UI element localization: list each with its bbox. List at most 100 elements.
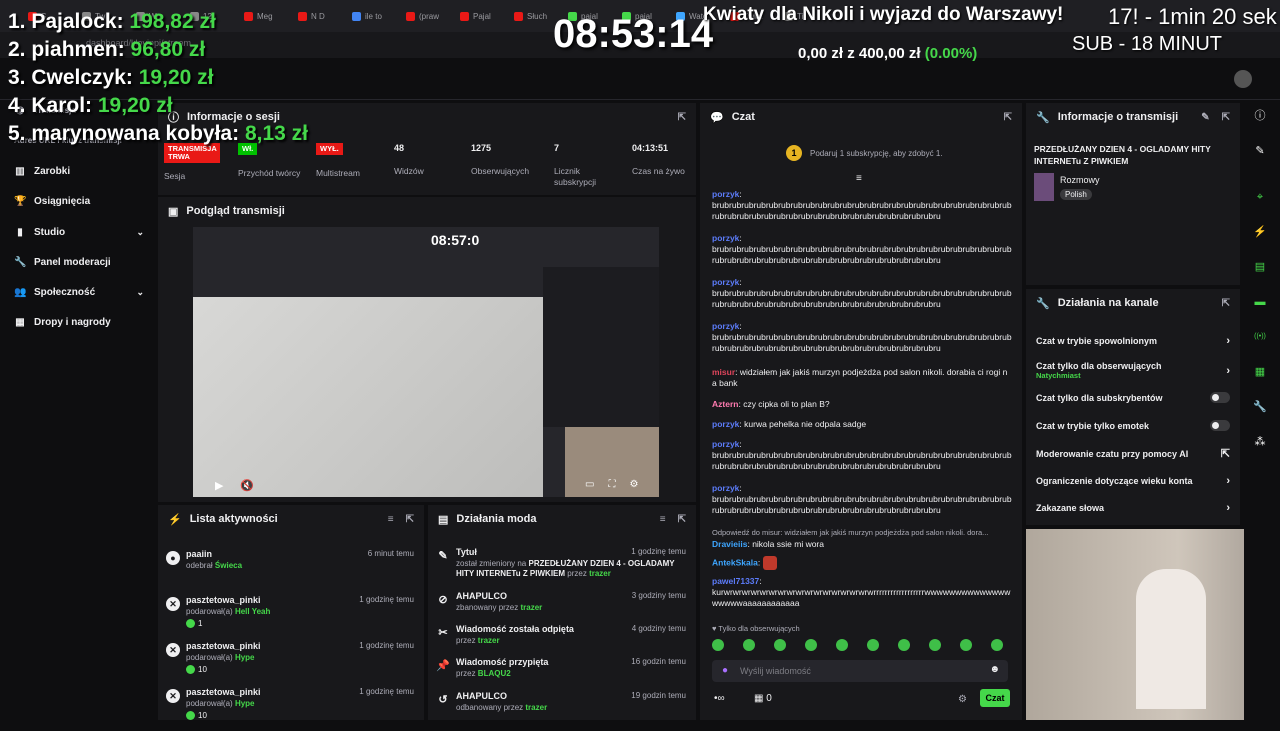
sub-gift-promo[interactable]: 1 Podaruj 1 subskrypcję, aby zdobyć 1. xyxy=(786,145,943,161)
sidebar-item[interactable]: ▦ Dropy i nagrody xyxy=(14,317,144,328)
emote-icon[interactable] xyxy=(743,639,755,651)
popout-icon[interactable]: ⇱ xyxy=(1222,112,1230,123)
browser-tab[interactable]: Pajal xyxy=(460,11,508,21)
sidebar-item[interactable]: 🏆 Osiągnięcia xyxy=(14,196,144,207)
sidebar-item[interactable]: 🔧 Panel moderacji xyxy=(14,257,144,268)
edit-icon[interactable]: ✎ xyxy=(1201,112,1209,123)
chat-input-box[interactable]: ● Wyślij wiadomość ☻ xyxy=(712,660,1008,682)
activity-row[interactable]: ✕ pasztetowa_pinki podarował(a) Hype 1 godz… xyxy=(166,685,416,727)
theatre-icon[interactable]: ▭ xyxy=(585,479,594,490)
chat-username[interactable]: porzyk xyxy=(712,483,739,493)
sidebar-item[interactable]: ▥ Zarobki xyxy=(14,166,144,177)
wrench-icon: 🔧 xyxy=(1036,111,1050,124)
emoji-icon[interactable]: ☻ xyxy=(989,664,1000,675)
channel-action-row[interactable]: Czat tylko dla obserwujących Natychmiast › xyxy=(1036,361,1230,380)
chat-settings-icon[interactable]: ⚙ xyxy=(958,694,967,705)
panel-icon[interactable]: ▦ xyxy=(1249,361,1271,383)
video-player[interactable]: 08:57:0 ▶ 🔇 ▭ ⛶ ⚙ xyxy=(193,227,659,497)
chat-username[interactable]: misur xyxy=(712,367,735,377)
settings-icon[interactable]: ⚙ xyxy=(629,479,638,490)
avatar[interactable] xyxy=(1234,70,1252,88)
chat-username[interactable]: porzyk xyxy=(712,419,739,429)
toggle-switch[interactable] xyxy=(1210,392,1230,403)
emote-icon[interactable] xyxy=(805,639,817,651)
chat-bubble-icon[interactable]: ▬ xyxy=(1249,291,1271,313)
channel-action-row[interactable]: Zakazane słowa › xyxy=(1036,502,1230,514)
activity-user[interactable]: pasztetowa_pinki xyxy=(186,641,261,651)
channel-action-row[interactable]: Czat w trybie spowolnionym › xyxy=(1036,335,1230,347)
info-icon[interactable]: ⓘ xyxy=(1249,105,1271,127)
sidebar-item[interactable]: 👥 Społeczność ⌄ xyxy=(14,287,144,298)
sidebar-item[interactable]: ▮ Studio ⌄ xyxy=(14,227,144,238)
mute-icon[interactable]: 🔇 xyxy=(240,479,254,492)
sub-timer-line1: 17! - 1min 20 sek xyxy=(1108,4,1277,29)
filter-icon[interactable]: ≡ xyxy=(388,514,394,525)
leaderboard-name: 2. piahmen: xyxy=(8,38,125,61)
channel-action-row[interactable]: Moderowanie czatu przy pomocy AI ⇱ xyxy=(1036,447,1230,460)
popout-icon[interactable]: ⇱ xyxy=(1222,298,1230,309)
channel-action-label: Czat tylko dla obserwujących Natychmiast xyxy=(1036,361,1162,380)
mod-action-by: przez xyxy=(567,569,587,578)
chevron-right-icon[interactable]: › xyxy=(1226,365,1230,377)
chat-input[interactable]: Wyślij wiadomość xyxy=(740,666,811,676)
list-icon[interactable]: ▤ xyxy=(1249,256,1271,278)
emote-icon[interactable] xyxy=(712,639,724,651)
browser-tab[interactable]: ile to xyxy=(352,11,400,21)
activity-row[interactable]: ✕ pasztetowa_pinki podarował(a) Hype 1 godz… xyxy=(166,639,416,681)
activity-user[interactable]: paaiin xyxy=(186,549,212,559)
chat-username[interactable]: porzyk xyxy=(712,189,739,199)
emote-icon[interactable] xyxy=(929,639,941,651)
popout-icon[interactable]: ⇱ xyxy=(406,514,414,525)
people-icon[interactable]: ⁂ xyxy=(1249,431,1271,453)
crosshair-icon[interactable]: ⌖ xyxy=(1249,186,1271,208)
emote-icon[interactable] xyxy=(774,639,786,651)
activity-user[interactable]: pasztetowa_pinki xyxy=(186,687,261,697)
emote-icon[interactable] xyxy=(898,639,910,651)
mod-action-row[interactable]: ↺ AHAPULCO odbanowany przez trazer 19 godzi… xyxy=(436,689,688,731)
chevron-down-icon[interactable]: ⌄ xyxy=(136,287,144,298)
filter-icon[interactable]: ≡ xyxy=(660,514,666,525)
mod-action-row[interactable]: ✎ Tytuł został zmieniony na PRZEDŁUŻANY DZ… xyxy=(436,545,688,587)
preview-mini-timer: 08:57:0 xyxy=(431,232,480,248)
mod-action-desc: odbanowany przez trazer xyxy=(456,703,686,713)
chat-username[interactable]: porzyk xyxy=(712,439,739,449)
broadcast-icon[interactable]: ((•)) xyxy=(1249,326,1271,348)
stream-info-panel: 🔧 Informacje o transmisji ✎ ⇱ PRZEDŁUŻANY… xyxy=(1026,103,1240,285)
channel-action-row[interactable]: Ograniczenie dotyczące wieku konta › xyxy=(1036,475,1230,487)
activity-row[interactable]: ✕ pasztetowa_pinki podarował(a) Hell Yeah 1… xyxy=(166,593,416,635)
emote-icon[interactable] xyxy=(960,639,972,651)
chat-username[interactable]: porzyk xyxy=(712,277,739,287)
channel-points-icon[interactable]: •∞ xyxy=(714,693,725,704)
gift-icon[interactable]: ▦ 0 xyxy=(754,693,772,704)
emote-icon[interactable] xyxy=(836,639,848,651)
chat-username[interactable]: porzyk xyxy=(712,233,739,243)
wrench-icon[interactable]: 🔧 xyxy=(1249,396,1271,418)
chevron-right-icon[interactable]: › xyxy=(1226,502,1230,514)
activity-user[interactable]: pasztetowa_pinki xyxy=(186,595,261,605)
fullscreen-icon[interactable]: ⛶ xyxy=(608,479,615,490)
chevron-down-icon[interactable]: ⌄ xyxy=(136,227,144,238)
emote-icon[interactable] xyxy=(991,639,1003,651)
mod-action-name: AHAPULCO xyxy=(456,591,507,601)
popout-icon[interactable]: ⇱ xyxy=(678,112,686,123)
chevron-right-icon[interactable]: › xyxy=(1226,475,1230,487)
popout-icon[interactable]: ⇱ xyxy=(1004,112,1012,123)
channel-action-row[interactable]: Czat tylko dla subskrybentów xyxy=(1036,392,1230,403)
emote-icon[interactable] xyxy=(867,639,879,651)
chat-username[interactable]: porzyk xyxy=(712,321,739,331)
toggle-switch[interactable] xyxy=(1210,420,1230,431)
popout-icon[interactable]: ⇱ xyxy=(678,514,686,525)
mic-icon[interactable]: ● xyxy=(722,665,728,676)
pin-collapse-icon[interactable]: ≡ xyxy=(856,173,862,184)
pencil-icon[interactable]: ✎ xyxy=(1249,140,1271,162)
chevron-right-icon[interactable]: › xyxy=(1226,335,1230,347)
chat-send-button[interactable]: Czat xyxy=(980,689,1010,707)
external-link-icon[interactable]: ⇱ xyxy=(1221,447,1230,460)
bolt-icon[interactable]: ⚡ xyxy=(1249,221,1271,243)
activity-row[interactable]: ● paaiin odebrał Świeca 6 minut temu xyxy=(166,547,416,589)
play-icon[interactable]: ▶ xyxy=(215,479,223,492)
browser-tab[interactable]: (praw xyxy=(406,11,454,21)
channel-action-row[interactable]: Czat w trybie tylko emotek xyxy=(1036,420,1230,431)
category-name[interactable]: Rozmowy xyxy=(1060,175,1100,185)
chat-username[interactable]: Aztern xyxy=(712,399,738,409)
